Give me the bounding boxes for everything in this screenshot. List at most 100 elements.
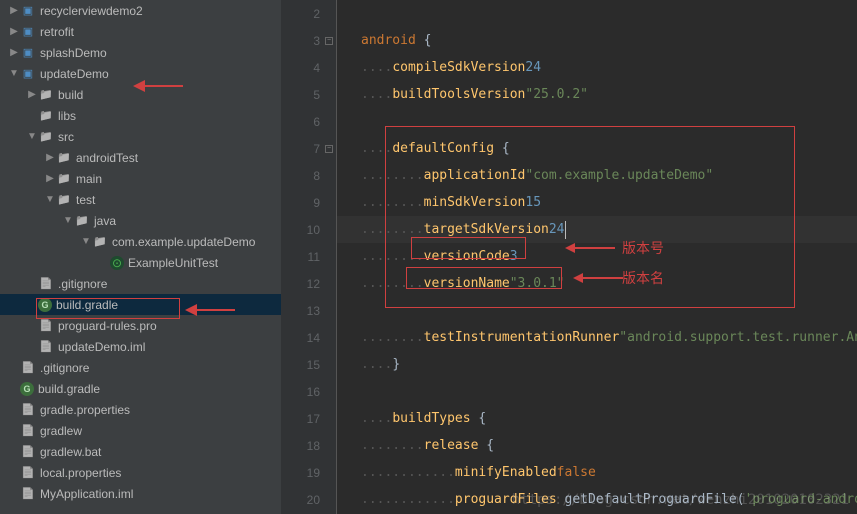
fold-icon[interactable]: − xyxy=(325,145,333,153)
file-icon xyxy=(20,402,36,418)
tree-item-libs[interactable]: libs xyxy=(0,105,281,126)
folder-icon xyxy=(38,129,54,145)
line-number: 7− xyxy=(281,135,336,162)
expand-arrow-icon[interactable] xyxy=(26,131,38,142)
folder-icon xyxy=(92,234,108,250)
tree-item-updatedemo[interactable]: updateDemo xyxy=(0,63,281,84)
line-number: 11 xyxy=(281,243,336,270)
code-line[interactable] xyxy=(337,0,857,27)
code-line[interactable]: ........targetSdkVersion 24 xyxy=(337,216,857,243)
line-number: 6 xyxy=(281,108,336,135)
tree-item-label: updateDemo.iml xyxy=(58,340,145,354)
tree-item-gradlew-bat[interactable]: gradlew.bat xyxy=(0,441,281,462)
line-number: 5 xyxy=(281,81,336,108)
code-line[interactable]: ............minifyEnabled false xyxy=(337,459,857,486)
line-number: 2 xyxy=(281,0,336,27)
tree-item-build[interactable]: build xyxy=(0,84,281,105)
project-tree[interactable]: recyclerviewdemo2retrofit splashDemo updat… xyxy=(0,0,281,514)
tree-item-label: build.gradle xyxy=(56,298,118,312)
tree-item-java[interactable]: java xyxy=(0,210,281,231)
tree-item-androidtest[interactable]: androidTest xyxy=(0,147,281,168)
fold-icon[interactable]: − xyxy=(325,37,333,45)
tree-item-com-example-updatedemo[interactable]: com.example.updateDemo xyxy=(0,231,281,252)
line-number: 18 xyxy=(281,432,336,459)
line-number: 9 xyxy=(281,189,336,216)
code-editor[interactable]: android {....compileSdkVersion 24....bui… xyxy=(337,0,857,514)
file-icon xyxy=(20,423,36,439)
tree-item-label: gradlew xyxy=(40,424,82,438)
folder-icon xyxy=(56,171,72,187)
expand-arrow-icon[interactable] xyxy=(80,236,92,247)
line-number: 3− xyxy=(281,27,336,54)
module-icon xyxy=(20,45,36,61)
tree-item-label: src xyxy=(58,130,74,144)
tree-item-retrofit[interactable]: retrofit xyxy=(0,21,281,42)
file-icon xyxy=(38,318,54,334)
code-line[interactable]: ........applicationId "com.example.updat… xyxy=(337,162,857,189)
code-line[interactable]: android { xyxy=(337,27,857,54)
tree-item-proguard-rules-pro[interactable]: proguard-rules.pro xyxy=(0,315,281,336)
line-number: 8 xyxy=(281,162,336,189)
expand-arrow-icon[interactable] xyxy=(8,68,20,79)
tree-item-build-gradle[interactable]: build.gradle xyxy=(0,294,281,315)
expand-arrow-icon[interactable] xyxy=(44,173,56,184)
code-line[interactable]: ........versionCode 3 xyxy=(337,243,857,270)
tree-item-updatedemo-iml[interactable]: updateDemo.iml xyxy=(0,336,281,357)
tree-item-label: proguard-rules.pro xyxy=(58,319,157,333)
line-number: 14 xyxy=(281,324,336,351)
watermark: https://blog.csdn.net/wenzhi201020102321 xyxy=(512,492,849,508)
expand-arrow-icon[interactable] xyxy=(44,152,56,163)
code-line[interactable]: ........versionName "3.0.1" xyxy=(337,270,857,297)
annotation-label-version-code: 版本号 xyxy=(622,238,664,258)
folder-icon xyxy=(38,87,54,103)
code-line[interactable] xyxy=(337,297,857,324)
folder-icon xyxy=(56,192,72,208)
folder-icon xyxy=(38,108,54,124)
tree-item-splashdemo[interactable]: splashDemo xyxy=(0,42,281,63)
tree-item-label: updateDemo xyxy=(40,67,109,81)
expand-arrow-icon[interactable] xyxy=(44,194,56,205)
tree-item--gitignore[interactable]: .gitignore xyxy=(0,273,281,294)
code-line[interactable] xyxy=(337,378,857,405)
code-line[interactable]: ........minSdkVersion 15 xyxy=(337,189,857,216)
code-line[interactable]: ....buildToolsVersion "25.0.2" xyxy=(337,81,857,108)
annotation-label-version-name: 版本名 xyxy=(622,268,664,288)
tree-item-label: build.gradle xyxy=(38,382,100,396)
code-line[interactable]: ....defaultConfig { xyxy=(337,135,857,162)
expand-arrow-icon[interactable] xyxy=(8,47,20,58)
line-number: 4 xyxy=(281,54,336,81)
line-number: 16 xyxy=(281,378,336,405)
expand-arrow-icon[interactable] xyxy=(62,215,74,226)
tree-item-label: local.properties xyxy=(40,466,121,480)
tree-item-exampleunittest[interactable]: ExampleUnitTest xyxy=(0,252,281,273)
code-line[interactable]: ....buildTypes { xyxy=(337,405,857,432)
code-line[interactable]: ........release { xyxy=(337,432,857,459)
code-line[interactable] xyxy=(337,108,857,135)
expand-arrow-icon[interactable] xyxy=(8,5,20,16)
tree-item-local-properties[interactable]: local.properties xyxy=(0,462,281,483)
line-number: 20 xyxy=(281,486,336,513)
tree-item-gradlew[interactable]: gradlew xyxy=(0,420,281,441)
code-line[interactable]: ....compileSdkVersion 24 xyxy=(337,54,857,81)
line-number: 15 xyxy=(281,351,336,378)
file-icon xyxy=(20,360,36,376)
line-number: 19 xyxy=(281,459,336,486)
tree-item-gradle-properties[interactable]: gradle.properties xyxy=(0,399,281,420)
code-line[interactable]: ........testInstrumentationRunner "andro… xyxy=(337,324,857,351)
tree-item-test[interactable]: test xyxy=(0,189,281,210)
tree-item-label: .gitignore xyxy=(40,361,89,375)
expand-arrow-icon[interactable] xyxy=(26,89,38,100)
file-icon xyxy=(20,465,36,481)
tree-item-src[interactable]: src xyxy=(0,126,281,147)
tree-item-build-gradle[interactable]: build.gradle xyxy=(0,378,281,399)
tree-item-label: splashDemo xyxy=(40,46,107,60)
tree-item-label: .gitignore xyxy=(58,277,107,291)
code-line[interactable]: ....} xyxy=(337,351,857,378)
tree-item-main[interactable]: main xyxy=(0,168,281,189)
tree-item-label: ExampleUnitTest xyxy=(128,256,218,270)
tree-item-myapplication-iml[interactable]: MyApplication.iml xyxy=(0,483,281,504)
tree-item-recyclerviewdemo2[interactable]: recyclerviewdemo2 xyxy=(0,0,281,21)
gradle-icon xyxy=(20,382,34,396)
expand-arrow-icon[interactable] xyxy=(8,26,20,37)
tree-item--gitignore[interactable]: .gitignore xyxy=(0,357,281,378)
